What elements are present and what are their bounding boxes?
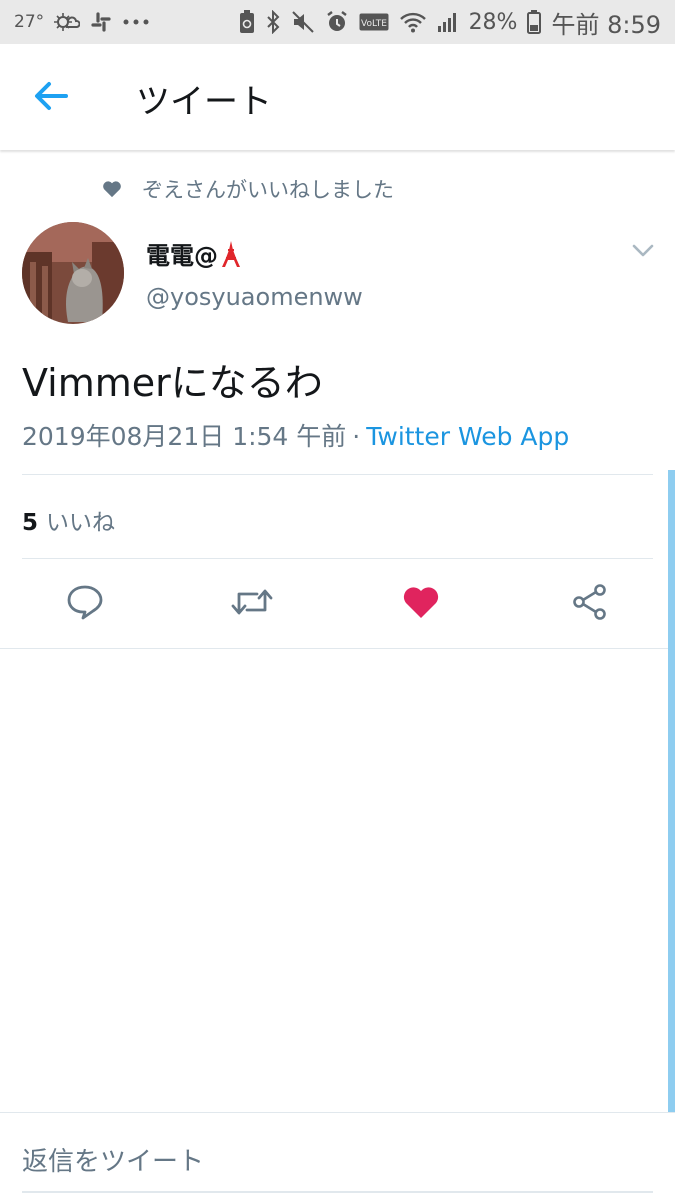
- volte-icon: VoLTE: [359, 13, 389, 31]
- retweet-icon: [231, 589, 273, 615]
- avatar-photo: [22, 222, 124, 324]
- reply-input-underline: [22, 1191, 653, 1193]
- alarm-icon: [325, 10, 349, 34]
- slack-icon: [90, 11, 112, 33]
- divider: [22, 474, 653, 475]
- author-name[interactable]: 電電@: [146, 236, 242, 271]
- source-app-link[interactable]: Twitter Web App: [366, 422, 569, 451]
- reply-icon: [67, 585, 103, 620]
- status-bar-left: 27°: [14, 11, 150, 33]
- chevron-down-icon: [632, 244, 654, 257]
- clock-time: 午前 8:59: [551, 10, 661, 39]
- battery-percent: 28%: [468, 9, 518, 35]
- share-icon: [573, 584, 606, 620]
- wifi-icon: [399, 11, 427, 33]
- like-button[interactable]: [399, 582, 443, 622]
- reply-button[interactable]: [63, 582, 107, 622]
- tweet-text: Vimmerになるわ: [22, 361, 323, 405]
- social-context[interactable]: ぞえさんがいいねしました: [102, 174, 394, 204]
- scrollbar[interactable]: [668, 470, 675, 1112]
- avatar[interactable]: [22, 222, 124, 324]
- likes-count: 5: [22, 510, 39, 536]
- tweet-actions: [0, 568, 675, 640]
- heart-small-icon: [103, 181, 121, 198]
- more-dots-icon: [122, 18, 150, 26]
- status-bar-right: VoLTE 28% 午前 8:59: [239, 5, 661, 40]
- status-bar: 27° VoLTE 28% 午前 8:59: [0, 0, 675, 44]
- like-icon: [403, 587, 439, 618]
- tweet-menu-button[interactable]: [630, 240, 656, 260]
- tweet-timestamp: 2019年08月21日 1:54 午前: [22, 422, 347, 451]
- volte-label: VoLTE: [361, 19, 387, 29]
- meta-separator: ·: [352, 422, 361, 451]
- bluetooth-icon: [265, 10, 281, 34]
- likes-summary[interactable]: 5 いいね: [22, 503, 115, 537]
- arrow-left-icon: [35, 82, 68, 110]
- tokyo-tower-icon: [222, 240, 240, 267]
- reply-input[interactable]: 返信をツイート: [22, 1141, 204, 1178]
- divider: [22, 558, 653, 559]
- temperature-text: 27°: [14, 12, 45, 32]
- author-handle[interactable]: @yosyuaomenww: [146, 283, 363, 311]
- weather-icon: [54, 12, 81, 32]
- mute-icon: [291, 10, 315, 34]
- battery-icon: [527, 10, 542, 34]
- author-name-text: 電電@: [146, 242, 218, 270]
- retweet-button[interactable]: [230, 582, 274, 622]
- liked-by-text: ぞえさんがいいねしました: [142, 178, 394, 202]
- share-button[interactable]: [568, 582, 612, 622]
- app-header: ツイート: [0, 44, 675, 150]
- actions-divider: [0, 648, 675, 649]
- reply-bar: 返信をツイート: [0, 1112, 675, 1201]
- page-title: ツイート: [136, 82, 272, 122]
- tweet-meta: 2019年08月21日 1:54 午前 · Twitter Web App: [22, 417, 569, 453]
- back-button[interactable]: [30, 78, 72, 114]
- signal-icon: [437, 11, 459, 33]
- likes-label: いいね: [46, 510, 116, 536]
- recycle-icon: [239, 10, 255, 34]
